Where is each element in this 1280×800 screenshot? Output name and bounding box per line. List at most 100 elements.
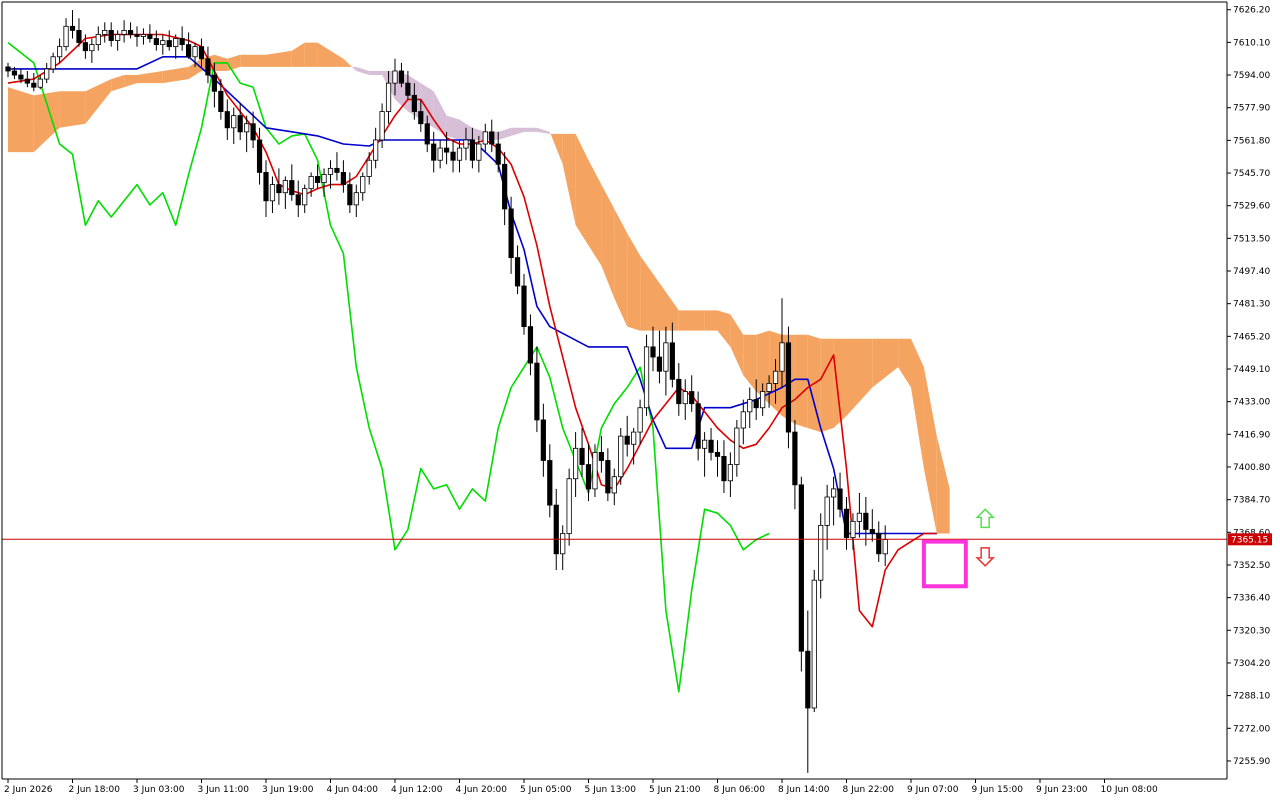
x-tick-label: 9 Jun 07:00	[907, 785, 959, 795]
candle-body	[373, 139, 379, 161]
candle-body	[308, 176, 314, 190]
x-tick-label: 4 Jun 04:00	[327, 785, 379, 795]
candle-body	[482, 131, 488, 145]
candle-body	[695, 403, 701, 449]
candle-body	[334, 167, 340, 173]
candle-body	[24, 78, 30, 84]
candle-body	[424, 123, 430, 145]
candle-body	[347, 184, 353, 206]
candle-body	[31, 82, 37, 88]
y-tick-label: 7336.40	[1233, 594, 1270, 604]
candle-body	[95, 34, 101, 46]
candle-body	[282, 180, 288, 194]
candle-body	[379, 111, 385, 141]
candle-body	[702, 439, 708, 449]
candle-body	[798, 484, 804, 652]
candle-body	[534, 362, 540, 421]
candle-body	[295, 194, 301, 206]
candle-body	[669, 342, 675, 380]
candle-body	[882, 539, 888, 555]
candle-body	[18, 74, 24, 80]
candle-body	[405, 82, 411, 96]
candle-body	[198, 46, 205, 60]
x-tick-label: 10 Jun 08:00	[1101, 785, 1158, 795]
y-tick-label: 7400.80	[1233, 463, 1270, 473]
kumo-segment	[794, 334, 808, 429]
candle-body	[869, 529, 875, 534]
candle-body	[824, 496, 830, 526]
candle-body	[560, 533, 566, 555]
x-tick-label: 4 Jun 20:00	[456, 785, 508, 795]
y-tick-label: 7416.90	[1233, 430, 1270, 440]
candle-body	[540, 419, 546, 461]
y-tick-label: 7545.70	[1233, 169, 1270, 179]
current-price-label: 7365.15	[1231, 535, 1268, 545]
candle-body	[450, 151, 456, 161]
candle-body	[831, 488, 837, 498]
candle-body	[437, 147, 443, 161]
candle-body	[5, 66, 11, 72]
candle-body	[779, 342, 785, 372]
candle-body	[366, 159, 372, 177]
candle-body	[708, 439, 714, 453]
candle-body	[624, 435, 630, 445]
candle-body	[44, 68, 50, 80]
candle-body	[598, 451, 605, 461]
candle-body	[689, 391, 695, 405]
x-tick-label: 4 Jun 12:00	[391, 785, 443, 795]
candle-body	[811, 579, 817, 709]
x-tick-label: 8 Jun 14:00	[778, 785, 830, 795]
candle-body	[269, 184, 276, 202]
x-tick-label: 5 Jun 13:00	[585, 785, 637, 795]
candle-body	[663, 342, 669, 372]
kumo-segment	[369, 70, 383, 76]
candle-body	[160, 40, 166, 46]
candle-body	[489, 131, 495, 145]
y-tick-label: 7433.00	[1233, 398, 1270, 408]
candle-body	[134, 34, 140, 37]
candle-body	[289, 180, 295, 196]
y-tick-label: 7288.10	[1233, 692, 1270, 702]
candle-body	[314, 176, 321, 183]
candle-body	[185, 44, 192, 58]
candle-body	[792, 431, 798, 486]
y-tick-label: 7320.30	[1233, 626, 1270, 636]
candle-body	[476, 143, 482, 161]
candle-body	[856, 512, 863, 522]
x-tick-label: 5 Jun 05:00	[520, 785, 572, 795]
candle-body	[456, 147, 463, 161]
candle-body	[721, 456, 727, 482]
candle-body	[224, 111, 230, 129]
candle-body	[256, 139, 263, 173]
candle-body	[514, 257, 521, 287]
y-tick-label: 7610.10	[1233, 38, 1270, 48]
y-tick-label: 7561.80	[1233, 136, 1270, 146]
candle-body	[385, 82, 392, 112]
candle-body	[250, 123, 256, 141]
candle-body	[340, 172, 347, 185]
candle-body	[398, 70, 405, 84]
candle-body	[82, 42, 88, 52]
candle-body	[108, 30, 114, 41]
x-tick-label: 8 Jun 22:00	[843, 785, 895, 795]
kumo-segment	[820, 338, 834, 433]
candle-body	[547, 460, 553, 506]
y-tick-label: 7577.90	[1233, 104, 1270, 114]
candle-body	[495, 143, 501, 165]
candle-body	[850, 520, 856, 538]
candle-body	[353, 192, 359, 206]
candle-body	[592, 451, 598, 490]
candle-body	[656, 356, 663, 372]
y-tick-label: 7449.10	[1233, 365, 1270, 375]
candle-body	[431, 143, 437, 161]
candle-body	[179, 38, 185, 46]
kumo-segment	[8, 87, 34, 153]
candle-body	[205, 58, 211, 76]
candle-body	[192, 46, 198, 58]
x-tick-label: 3 Jun 03:00	[133, 785, 185, 795]
candle-body	[127, 30, 134, 35]
candle-body	[553, 504, 559, 555]
x-tick-label: 2 Jun 18:00	[69, 785, 121, 795]
candle-body	[69, 25, 76, 31]
candle-body	[637, 407, 643, 433]
